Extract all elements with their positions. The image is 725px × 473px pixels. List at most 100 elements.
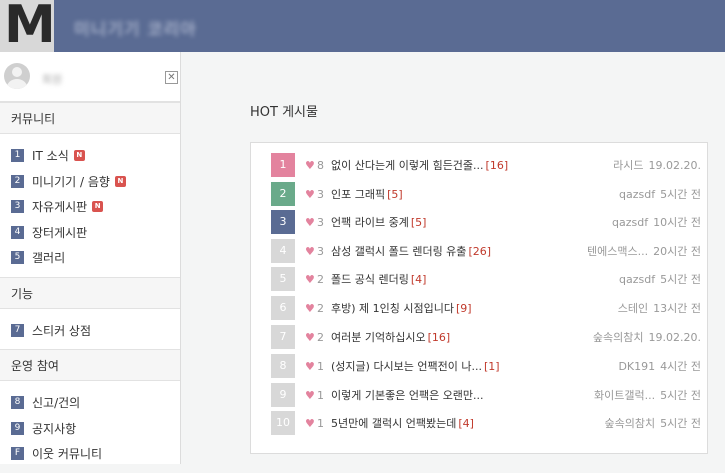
sidebar-item-label: 장터게시판 [32,225,88,240]
site-title[interactable]: 미니기기 코리아 [74,15,197,40]
new-badge: N [73,150,85,162]
comment-count: [4] [410,273,427,286]
post-title: 폴드 공식 렌더링 [331,273,409,286]
heart-icon: ♥ [305,272,315,286]
sidebar-item[interactable]: 1 IT 소식 N [0,143,180,169]
site-logo[interactable]: M [0,0,54,52]
heart-icon: ♥ [305,416,315,430]
post-author[interactable]: 숲속의참치 [605,415,656,431]
rank-badge: 3 [271,210,295,234]
sidebar-item-label: 갤러리 [32,251,66,266]
hot-posts-list: 1 ♥ 8 없이 산다는게 이렇게 힘든건줄... [16] 라시드 19.02.20. 2 ♥… [250,142,708,454]
main-content: HOT 게시물 1 ♥ 8 없이 산다는게 이렇게 힘든건줄... [16] 라시드 19.… [182,52,725,464]
rank-badge: 7 [271,325,295,349]
sidebar-item[interactable]: 2 미니기기 / 음향 N [0,169,180,195]
post-time: 4시간 전 [660,360,701,373]
heart-icon: ♥ [305,301,315,315]
sidebar: 회원 ✕ 커뮤니티 1 IT 소식 N 2 미니기기 / 음향 N 3 자유게시판 N 4 장터게시판… [0,52,181,464]
post-author[interactable]: DK191 [618,360,655,373]
hot-post-row[interactable]: 8 ♥ 1 (성지글) 다시보는 언팩전이 나... [1] DK191 4시간 전 [271,354,701,378]
post-title: 인포 그래픽 [331,188,386,201]
sidebar-section-title: 커뮤니티 [0,102,180,134]
like-count: 3 [317,187,324,201]
sidebar-item[interactable]: 3 자유게시판 N [0,194,180,220]
menu-shortcut-number: F [11,447,24,461]
username[interactable]: 회원 [42,71,62,87]
hot-post-row[interactable]: 6 ♥ 2 후방) 제 1인칭 시점입니다 [9] 스테인 13시간 전 [271,296,701,320]
sidebar-item[interactable]: 8 신고/건의 [0,390,180,416]
post-title-link[interactable]: 인포 그래픽 [5] [331,186,613,202]
post-title-link[interactable]: 이렇게 기본좋은 언팩은 오랜만... [331,387,588,403]
menu-shortcut-number: 2 [11,174,24,188]
post-author[interactable]: 숲속의참치 [593,329,644,345]
menu-shortcut-number: 5 [11,251,24,265]
sidebar-item-label: 미니기기 / 음향 [32,174,110,189]
comment-count: [4] [458,417,474,430]
hot-post-row[interactable]: 3 ♥ 3 언팩 라이브 중계 [5] qazsdf 10시간 전 [271,210,701,234]
heart-icon: ♥ [305,244,315,258]
sidebar-item-label: 스티커 상점 [32,323,92,338]
heart-icon: ♥ [305,187,315,201]
hot-post-row[interactable]: 7 ♥ 2 여러분 기억하십시오 [16] 숲속의참치 19.02.20. [271,325,701,349]
sidebar-item[interactable]: 9 공지사항 [0,416,180,442]
sidebar-item[interactable]: 4 장터게시판 [0,220,180,246]
post-author[interactable]: qazsdf [619,188,655,201]
sidebar-item[interactable]: 5 갤러리 [0,245,180,271]
sidebar-item[interactable]: F 이웃 커뮤니티 [0,441,180,467]
hot-posts-title: HOT 게시물 [250,105,318,120]
post-author[interactable]: 스테인 [618,300,648,316]
post-time: 10시간 전 [653,216,701,229]
post-author[interactable]: 텐에스맥스... [587,243,648,259]
rank-badge: 1 [271,153,295,177]
post-title: 언팩 라이브 중계 [331,216,409,229]
hot-post-row[interactable]: 2 ♥ 3 인포 그래픽 [5] qazsdf 5시간 전 [271,182,701,206]
post-time: 5시간 전 [660,389,701,402]
post-title-link[interactable]: 후방) 제 1인칭 시점입니다 [9] [331,300,612,316]
post-title-link[interactable]: 폴드 공식 렌더링 [4] [331,271,613,287]
post-title-link[interactable]: 여러분 기억하십시오 [16] [331,329,587,345]
post-title-link[interactable]: 언팩 라이브 중계 [5] [331,214,606,230]
sidebar-item-label: IT 소식 [32,149,69,164]
sidebar-item-label: 이웃 커뮤니티 [32,447,103,462]
post-title-link[interactable]: 없이 산다는게 이렇게 힘든건줄... [16] [331,157,607,173]
comment-count: [5] [387,188,403,201]
post-title-link[interactable]: (성지글) 다시보는 언팩전이 나... [1] [331,358,612,374]
rank-badge: 10 [271,411,295,435]
sidebar-menu: 8 신고/건의 9 공지사항 F 이웃 커뮤니티 [0,381,180,473]
hot-post-row[interactable]: 4 ♥ 3 삼성 갤럭시 폴드 렌더링 유출 [26] 텐에스맥스... 20시간 전 [271,239,701,263]
post-time: 5시간 전 [660,188,701,201]
sidebar-sections: 커뮤니티 1 IT 소식 N 2 미니기기 / 음향 N 3 자유게시판 N 4 장터게시판 5 갤러리 기… [0,102,180,473]
menu-shortcut-number: 4 [11,225,24,239]
rank-badge: 6 [271,296,295,320]
like-count: 1 [317,388,324,402]
comment-count: [26] [468,245,492,258]
sidebar-item[interactable]: 7 스티커 상점 [0,318,180,344]
post-author[interactable]: qazsdf [612,216,648,229]
comment-count: [5] [410,216,427,229]
hot-post-row[interactable]: 9 ♥ 1 이렇게 기본좋은 언팩은 오랜만... 화이트갤럭... 5시간 전 [271,383,701,407]
post-author[interactable]: qazsdf [619,273,655,286]
post-author[interactable]: 라시드 [613,157,643,173]
post-author[interactable]: 화이트갤럭... [594,387,655,403]
menu-shortcut-number: 1 [11,149,24,163]
like-count: 2 [317,330,324,344]
heart-icon: ♥ [305,215,315,229]
logo-letter: M [4,0,54,52]
post-title: 이렇게 기본좋은 언팩은 오랜만... [331,389,484,402]
heart-icon: ♥ [305,330,315,344]
hot-post-row[interactable]: 1 ♥ 8 없이 산다는게 이렇게 힘든건줄... [16] 라시드 19.02.20. [271,153,701,177]
hot-post-row[interactable]: 5 ♥ 2 폴드 공식 렌더링 [4] qazsdf 5시간 전 [271,267,701,291]
sidebar-menu: 7 스티커 상점 [0,309,180,350]
rank-badge: 2 [271,182,295,206]
avatar[interactable] [4,63,30,89]
post-title-link[interactable]: 삼성 갤럭시 폴드 렌더링 유출 [26] [331,243,581,259]
sidebar-section-title: 기능 [0,276,180,309]
sidebar-menu: 1 IT 소식 N 2 미니기기 / 음향 N 3 자유게시판 N 4 장터게시판 5 갤러리 [0,134,180,277]
heart-icon: ♥ [305,359,315,373]
post-time: 20시간 전 [653,245,701,258]
post-title-link[interactable]: 5년만에 갤럭시 언팩봤는데 [4] [331,415,599,431]
like-count: 1 [317,416,324,430]
hot-post-row[interactable]: 10 ♥ 1 5년만에 갤럭시 언팩봤는데 [4] 숲속의참치 5시간 전 [271,411,701,435]
post-title: (성지글) 다시보는 언팩전이 나... [331,360,483,373]
close-icon[interactable]: ✕ [165,71,178,84]
